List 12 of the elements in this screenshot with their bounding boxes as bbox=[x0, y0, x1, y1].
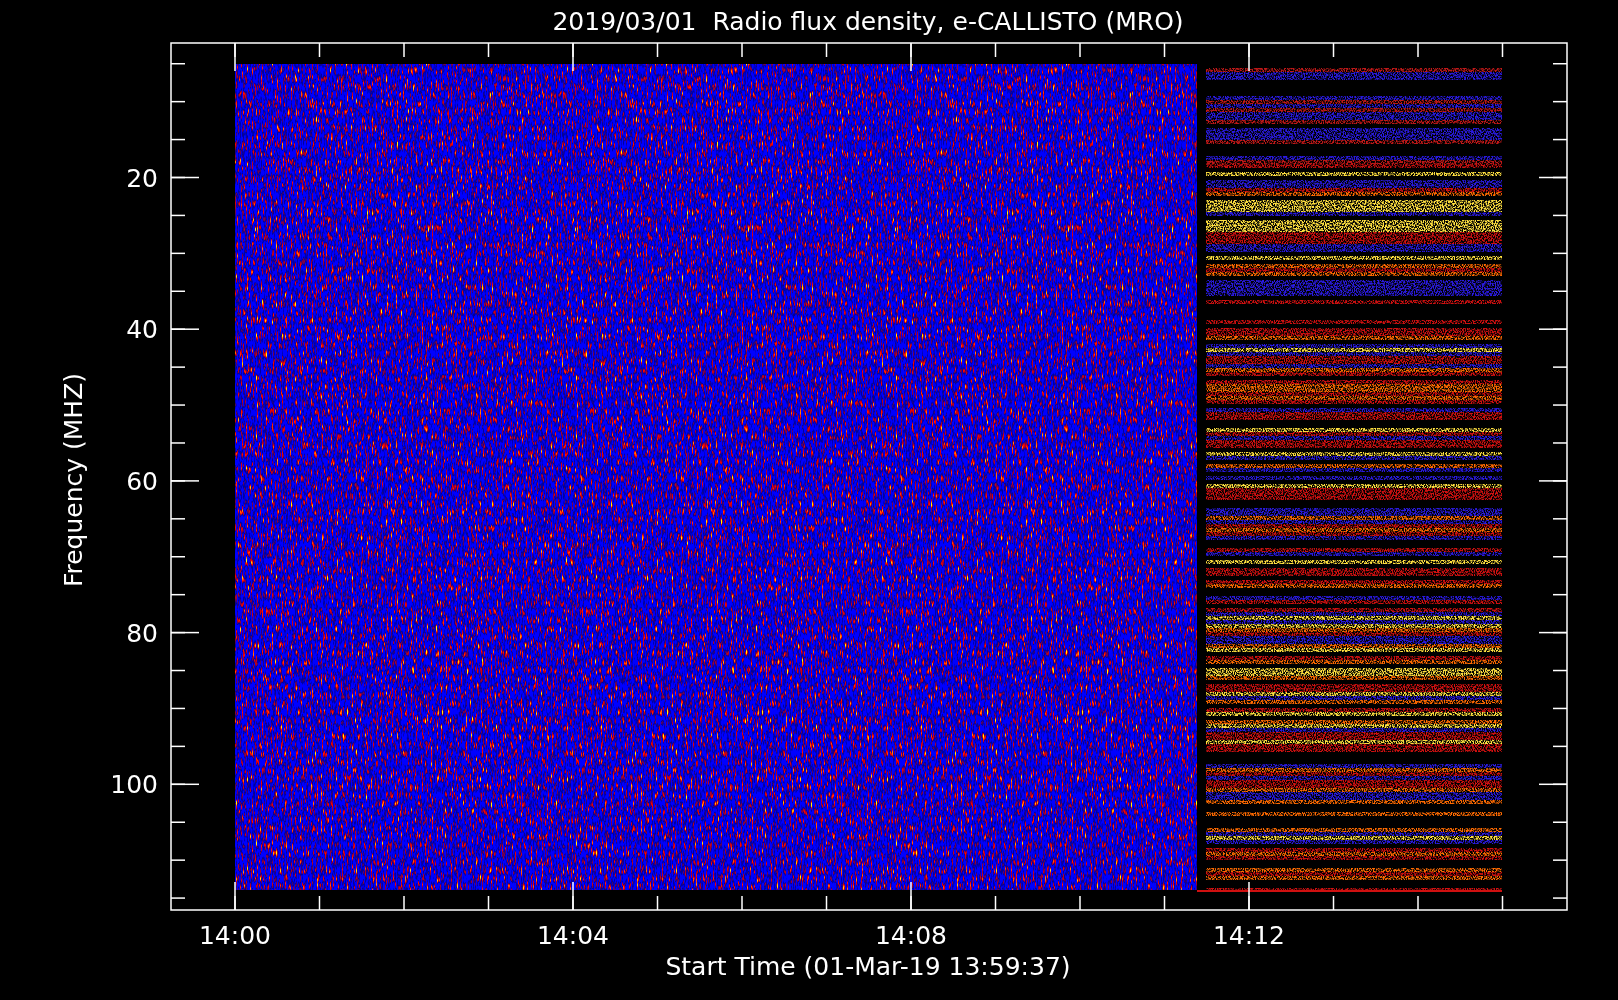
x-tick-label: 14:08 bbox=[875, 921, 947, 950]
x-tick-label: 14:00 bbox=[199, 921, 271, 950]
y-tick-label: 80 bbox=[126, 618, 158, 648]
y-tick-label: 20 bbox=[126, 163, 158, 193]
y-axis-label: Frequency (MHZ) bbox=[59, 372, 88, 588]
y-tick-label: 60 bbox=[126, 466, 158, 496]
y-tick-label: 100 bbox=[110, 770, 158, 800]
y-tick-label: 40 bbox=[126, 315, 158, 345]
x-tick-label: 14:04 bbox=[537, 921, 609, 950]
chart-title: 2019/03/01 Radio flux density, e-CALLISTO (MRO) bbox=[552, 7, 1184, 36]
x-axis-label: Start Time (01-Mar-19 13:59:37) bbox=[665, 952, 1071, 981]
x-tick-label: 14:12 bbox=[1213, 921, 1285, 950]
